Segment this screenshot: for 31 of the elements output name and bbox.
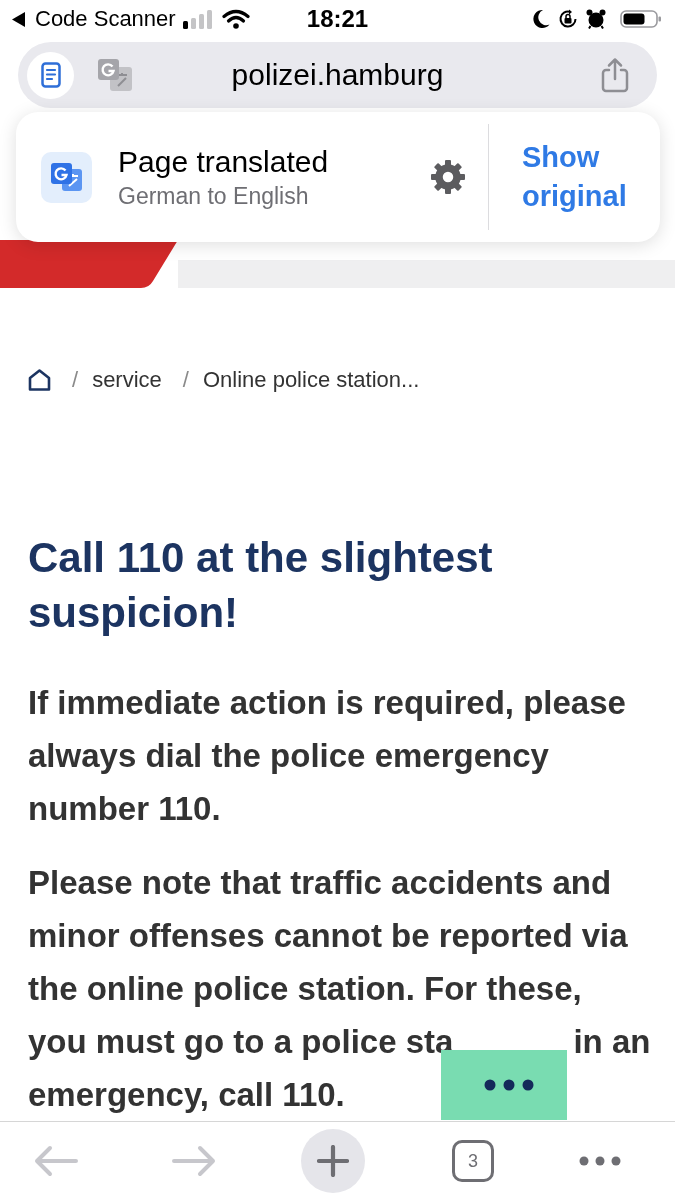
back-app-label[interactable]: Code Scanner xyxy=(35,6,176,32)
article-heading: Call 110 at the slightest suspicion! xyxy=(28,533,494,638)
more-icon[interactable] xyxy=(579,1156,621,1166)
banner-subtitle: German to English xyxy=(118,182,310,210)
breadcrumb-link[interactable]: service xyxy=(92,367,162,393)
show-original-button[interactable]: Show original xyxy=(522,138,632,216)
document-icon xyxy=(40,62,61,88)
rotation-lock-icon xyxy=(558,9,578,29)
translate-icon xyxy=(41,151,92,203)
battery-icon xyxy=(620,9,662,29)
translate-icon[interactable] xyxy=(97,58,133,92)
wifi-icon xyxy=(221,9,250,29)
article-paragraph: If immediate action is required, please always dial the police emergency number 110. xyxy=(28,683,627,829)
settings-icon[interactable] xyxy=(430,159,466,195)
status-time: 18:21 xyxy=(306,5,369,33)
breadcrumb-link[interactable]: Online police station... xyxy=(202,367,420,393)
banner-title: Page translated xyxy=(118,144,330,180)
breadcrumb-separator: / xyxy=(72,367,79,393)
address-bar[interactable]: polizei.hamburg xyxy=(18,42,657,108)
more-icon xyxy=(484,1079,535,1091)
alarm-clock-icon xyxy=(586,9,606,29)
plus-icon xyxy=(317,1145,349,1177)
share-icon[interactable] xyxy=(600,57,630,93)
url-text: polizei.hamburg xyxy=(231,57,444,93)
back-icon[interactable] xyxy=(12,11,25,27)
moon-icon xyxy=(532,9,550,29)
reader-button[interactable] xyxy=(27,51,74,99)
cellular-signal-icon xyxy=(182,9,213,29)
home-icon[interactable] xyxy=(28,369,51,391)
tabs-button[interactable]: 3 xyxy=(452,1140,494,1182)
breadcrumb-separator: / xyxy=(182,367,189,393)
